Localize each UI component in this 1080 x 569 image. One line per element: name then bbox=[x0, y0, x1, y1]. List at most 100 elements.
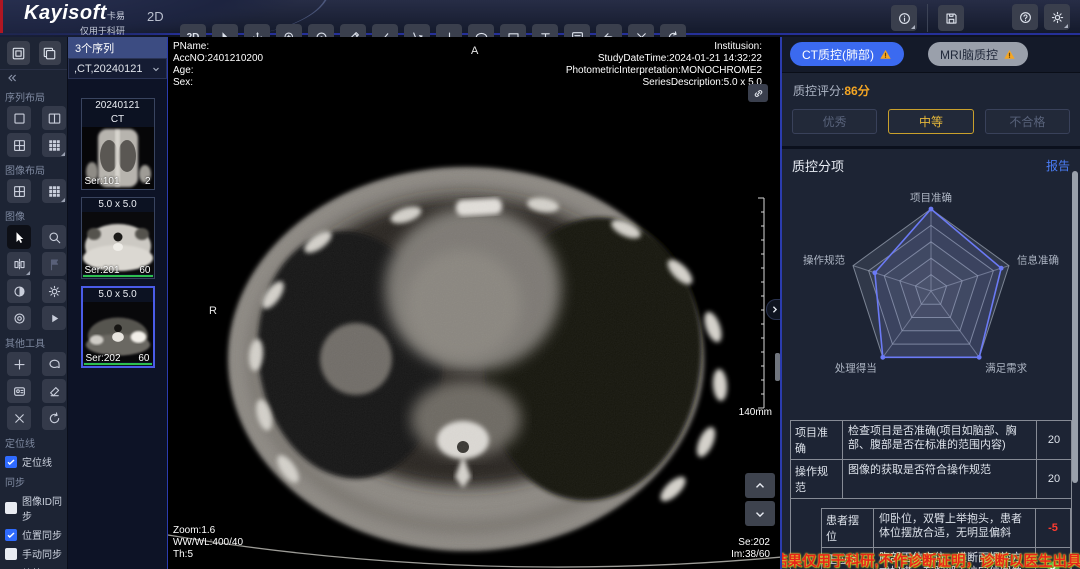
tool-delete-button[interactable] bbox=[7, 406, 31, 430]
panel-toggle-button[interactable] bbox=[39, 41, 62, 65]
overlay-line: Sex: bbox=[173, 77, 263, 89]
viewport-scrollbar[interactable] bbox=[775, 353, 780, 381]
orientation-right: R bbox=[209, 305, 217, 317]
ct-axial-image bbox=[168, 37, 782, 569]
toolbar-help-button[interactable] bbox=[1012, 4, 1038, 30]
bubble-icon bbox=[47, 357, 62, 372]
overlay-series-image: Se:202Im:38/60 bbox=[731, 537, 770, 561]
logo-text: Kayisoft bbox=[24, 2, 107, 24]
sync-section-title: 同步 bbox=[0, 471, 67, 491]
viewport[interactable]: PName:AccNO:2401210200Age:Sex: Institusi… bbox=[168, 37, 782, 569]
overlay-line: Th:5 bbox=[173, 549, 243, 561]
image-cine-button[interactable] bbox=[7, 306, 31, 330]
qc-table-row: 项目准确检查项目是否准确(项目如脑部、胸部、腹部是否在标准的范围内容)20 bbox=[791, 421, 1071, 460]
row-score: 20 bbox=[1037, 460, 1071, 498]
overlay-line: Im:38/60 bbox=[731, 549, 770, 561]
series-thumbnail-ser-101[interactable]: 20240121CTSer:1012 bbox=[81, 98, 155, 190]
overlay-patient-info: PName:AccNO:2401210200Age:Sex: bbox=[173, 41, 263, 89]
series-layout-4-button[interactable] bbox=[7, 133, 31, 157]
record-icon bbox=[12, 311, 27, 326]
image-magnify-button[interactable] bbox=[42, 225, 66, 249]
checked-checkbox[interactable] bbox=[5, 456, 17, 468]
logo-cn: 卡易 bbox=[107, 11, 125, 21]
sync-checkboxes: 图像ID同步位置同步手动同步缩放/平移窗宽窗位 bbox=[0, 491, 67, 569]
toolbar-info-button[interactable] bbox=[891, 5, 917, 31]
tool-add-button[interactable] bbox=[7, 352, 31, 376]
unchecked-checkbox[interactable] bbox=[5, 502, 17, 514]
tool-eraser-button[interactable] bbox=[42, 379, 66, 403]
overlay-study-info: Institusion:StudyDateTime:2024-01-21 14:… bbox=[566, 41, 762, 89]
section-title: 图像布局 bbox=[0, 159, 67, 179]
link-series-icon[interactable] bbox=[748, 84, 768, 102]
panel-expand-handle[interactable] bbox=[766, 299, 782, 320]
header-red-accent bbox=[0, 0, 3, 33]
report-link[interactable]: 报告 bbox=[1046, 157, 1070, 174]
layout-9-icon bbox=[47, 138, 62, 153]
series-layout-more-button[interactable] bbox=[42, 133, 66, 157]
image-scroll-buttons bbox=[745, 473, 775, 526]
series-layout-2col-button[interactable] bbox=[42, 106, 66, 130]
series-thumbnail-ser-202[interactable]: 5.0 x 5.0Ser:20260 bbox=[81, 286, 155, 368]
series-dropdown[interactable]: ,CT,20240121 bbox=[68, 58, 167, 79]
collapse-rail-button[interactable] bbox=[0, 70, 67, 86]
checkbox-row[interactable]: 图像ID同步 bbox=[0, 491, 67, 525]
checkbox-row[interactable]: 定位线 bbox=[0, 452, 67, 471]
layout-4-icon bbox=[12, 184, 27, 199]
checkbox-row[interactable]: 位置同步 bbox=[0, 525, 67, 544]
series-count-label: 3个序列 bbox=[68, 37, 167, 58]
tool-reset-button[interactable] bbox=[42, 406, 66, 430]
checkbox-label: 位置同步 bbox=[22, 527, 62, 542]
scroll-down-button[interactable] bbox=[745, 501, 775, 526]
section-title: 其他工具 bbox=[0, 332, 67, 352]
app-logo: Kayisoft卡易 仅用于科研 bbox=[24, 4, 125, 40]
checkbox-row[interactable]: 手动同步 bbox=[0, 544, 67, 563]
thumbnail-series-number: Ser:201 bbox=[85, 265, 120, 276]
thumbnail-image-count: 2 bbox=[145, 176, 151, 187]
series-thumbnail-ser-201[interactable]: 5.0 x 5.0Ser:20160 bbox=[81, 197, 155, 279]
toolbar-save-button[interactable] bbox=[938, 5, 964, 31]
layout-4-icon bbox=[12, 138, 27, 153]
image-brightness-button[interactable] bbox=[42, 279, 66, 303]
rail-sections: 序列布局图像布局图像其他工具 bbox=[0, 86, 67, 432]
rail-top-buttons bbox=[0, 40, 67, 70]
overlay-line: PhotometricInterpretation:MONOCHROME2 bbox=[566, 65, 762, 77]
qc-tab-label: MRI脑质控 bbox=[940, 46, 998, 63]
checkbox-label: 定位线 bbox=[22, 454, 52, 469]
thumbnail-label: 20240121 bbox=[82, 99, 154, 113]
tool-comment-button[interactable] bbox=[42, 352, 66, 376]
grade-button-0[interactable]: 优秀 bbox=[792, 109, 877, 134]
toolbar-settings-button[interactable] bbox=[1044, 4, 1070, 30]
overlay-line: AccNO:2401210200 bbox=[173, 53, 263, 65]
eraser-icon bbox=[47, 384, 62, 399]
checkbox-row[interactable]: 缩放/平移 bbox=[0, 563, 67, 569]
qc-tab-ct[interactable]: CT质控(肺部) bbox=[790, 42, 904, 66]
tool-tag-button[interactable] bbox=[7, 379, 31, 403]
image-layout-more-button[interactable] bbox=[42, 179, 66, 203]
svg-text:信息准确: 信息准确 bbox=[1017, 254, 1059, 267]
help-icon bbox=[1018, 10, 1033, 25]
checked-checkbox[interactable] bbox=[5, 529, 17, 541]
image-layout-4-button[interactable] bbox=[7, 179, 31, 203]
image-rotate-flip-button[interactable] bbox=[7, 252, 31, 276]
overlay-line: Age: bbox=[173, 65, 263, 77]
thumbnail-series-number: Ser:202 bbox=[86, 353, 121, 364]
image-pointer-button[interactable] bbox=[7, 225, 31, 249]
qc-tab-mri[interactable]: MRI脑质控 bbox=[928, 42, 1028, 66]
disclaimer-marquee: 结果仅用于科研,不作诊断证明，诊断以医生出具的诊断 bbox=[782, 550, 1080, 569]
qc-section: 质控分项 报告 项目准确信息准确满足需求处理得当操作规范 项目准确检查项目是否准… bbox=[782, 146, 1080, 569]
image-play-button[interactable] bbox=[42, 306, 66, 330]
series-layout-1-button[interactable] bbox=[7, 106, 31, 130]
row-label: 操作规范 bbox=[791, 460, 843, 498]
close-icon bbox=[12, 411, 27, 426]
thumbnail-label: 5.0 x 5.0 bbox=[82, 198, 154, 212]
grade-button-1[interactable]: 中等 bbox=[888, 109, 973, 134]
grade-button-2[interactable]: 不合格 bbox=[985, 109, 1070, 134]
unchecked-checkbox[interactable] bbox=[5, 548, 17, 560]
image-invert-button[interactable] bbox=[7, 279, 31, 303]
qc-panel-scrollbar[interactable] bbox=[1072, 171, 1078, 483]
scroll-up-button[interactable] bbox=[745, 473, 775, 498]
thumbnail-series-number: Ser:101 bbox=[85, 176, 120, 187]
image-flag-button[interactable] bbox=[42, 252, 66, 276]
series-list-button[interactable] bbox=[7, 41, 30, 65]
section-grid bbox=[0, 352, 67, 432]
